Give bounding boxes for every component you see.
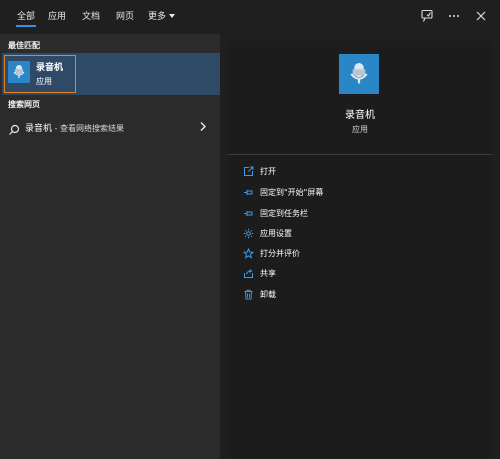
action-app-settings[interactable]: 应用设置 [243,225,292,241]
action-open[interactable]: 打开 [243,163,276,179]
action-share-label: 共享 [260,268,276,278]
web-search-query: 录音机 [25,124,53,134]
chevron-down-icon [169,14,176,18]
web-search-heading: 搜索网页 [8,100,40,109]
results-panel [0,34,220,459]
web-search-suffix: - 查看网络搜索结果 [52,124,124,133]
action-share[interactable]: 共享 [243,265,276,281]
action-rate-review-label: 打分并评价 [260,248,300,258]
tab-web[interactable]: 网页 [116,9,134,22]
action-uninstall[interactable]: 卸载 [243,286,276,302]
action-pin-taskbar-label: 固定到任务栏 [260,208,308,218]
share-icon [243,268,254,279]
best-match-type: 应用 [36,77,52,86]
close-icon[interactable] [474,8,488,22]
tab-more-label: 更多 [148,12,167,22]
action-open-label: 打开 [260,166,276,176]
divider [228,154,492,155]
open-icon [243,166,254,177]
trash-icon [243,289,254,300]
tab-more[interactable]: 更多 [148,9,176,22]
action-pin-start[interactable]: 固定到"开始"屏幕 [243,184,323,200]
feedback-icon[interactable] [420,8,434,22]
action-rate-review[interactable]: 打分并评价 [243,245,300,261]
action-pin-start-label: 固定到"开始"屏幕 [260,187,324,197]
tab-apps[interactable]: 应用 [48,9,66,22]
tab-documents[interactable]: 文档 [82,9,100,22]
preview-app-type: 应用 [352,125,368,134]
preview-app-name: 录音机 [345,110,375,121]
action-app-settings-label: 应用设置 [260,228,292,238]
tab-all[interactable]: 全部 [15,9,37,27]
chevron-right-icon[interactable] [199,121,207,135]
pin-taskbar-icon [243,208,254,219]
web-search-text: 录音机 - 查看网络搜索结果 [25,121,124,134]
pin-icon [243,187,254,198]
best-match-name: 录音机 [36,63,64,73]
recorder-app-large-icon [339,54,379,94]
gear-icon [243,228,254,239]
search-filter-bar: 全部 应用 文档 网页 更多 [0,0,500,34]
recorder-app-icon [8,61,30,83]
action-pin-taskbar[interactable]: 固定到任务栏 [243,205,308,221]
best-match-heading: 最佳匹配 [8,41,40,50]
search-icon [8,121,20,135]
star-icon [243,247,254,259]
action-uninstall-label: 卸载 [260,289,276,299]
more-options-icon[interactable] [447,8,461,22]
